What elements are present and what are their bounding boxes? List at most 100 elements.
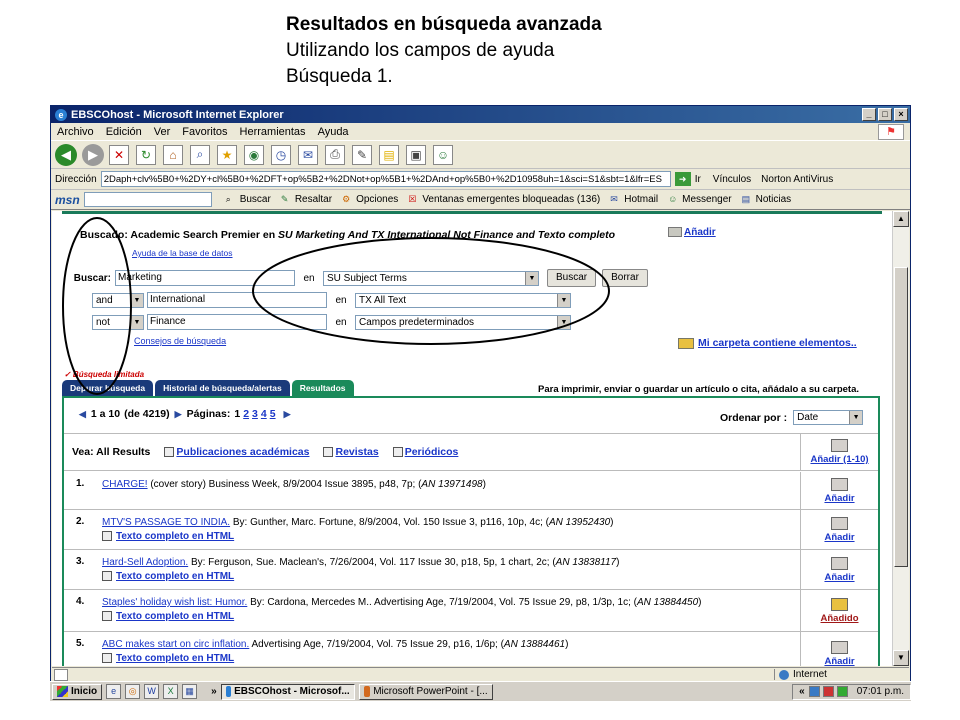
edit-icon[interactable]: ✎ <box>352 144 372 165</box>
favorites-icon[interactable]: ★ <box>217 144 237 165</box>
stop-icon[interactable]: ✕ <box>109 144 129 165</box>
menu-favoritos[interactable]: Favoritos <box>182 126 227 138</box>
media-icon[interactable]: ◉ <box>244 144 264 165</box>
norton-button[interactable]: Norton AntiVirus <box>761 174 833 185</box>
operator-select-2[interactable]: and ▼ <box>92 292 144 308</box>
scroll-thumb[interactable] <box>894 267 908 567</box>
add-to-folder-link[interactable]: Añadir <box>824 656 854 666</box>
scroll-up-icon[interactable]: ▲ <box>893 211 909 227</box>
search-icon[interactable]: ⌕ <box>190 144 210 165</box>
forward-icon[interactable]: ▶ <box>82 143 104 166</box>
search-button[interactable]: Buscar <box>547 269 597 287</box>
hotmail-button[interactable]: ✉ Hotmail <box>610 194 658 205</box>
result-title-link[interactable]: CHARGE! <box>102 479 148 490</box>
page-4-link[interactable]: 4 <box>261 408 267 420</box>
history-icon[interactable]: ◷ <box>271 144 291 165</box>
antivirus-tray-icon[interactable] <box>822 686 834 697</box>
mail-icon[interactable]: ✉ <box>298 144 318 165</box>
scroll-down-icon[interactable]: ▼ <box>893 650 909 666</box>
fulltext-html-link[interactable]: Texto completo en HTML <box>102 652 782 665</box>
back-icon[interactable]: ◀ <box>55 143 77 166</box>
field-select-2[interactable]: TX All Text ▼ <box>355 292 571 308</box>
next-arrow-icon[interactable]: ▶ <box>175 409 182 420</box>
network-tray-icon[interactable] <box>808 686 820 697</box>
address-input[interactable]: 2Daph+clv%5B0+%2DY+cl%5B0+%2DFT+op%5B2+%… <box>100 171 671 187</box>
page-5-link[interactable]: 5 <box>270 408 276 420</box>
database-help-link[interactable]: Ayuda de la base de datos <box>132 248 233 258</box>
messenger-button[interactable]: ☺ Messenger <box>668 194 731 205</box>
vertical-scrollbar[interactable]: ▲ ▼ <box>892 211 909 666</box>
result-title-link[interactable]: MTV'S PASSAGE TO INDIA. <box>102 517 230 528</box>
filter-academic-link[interactable]: Publicaciones académicas <box>164 446 309 458</box>
search-term-3[interactable]: Finance <box>147 314 327 330</box>
more-quicklaunch-icon[interactable]: » <box>211 686 217 697</box>
excel-quicklaunch-icon[interactable]: X <box>163 684 179 699</box>
start-button[interactable]: Inicio <box>52 683 103 700</box>
home-icon[interactable]: ⌂ <box>163 144 183 165</box>
task-ebscohost[interactable]: EBSCOhost - Microsof... <box>220 683 355 700</box>
filter-magazines-link[interactable]: Revistas <box>323 446 379 458</box>
add-search-link[interactable]: Añadir <box>668 227 716 238</box>
print-icon[interactable]: ⎙ <box>325 144 345 165</box>
go-arrow-icon[interactable]: ➜ <box>674 172 691 186</box>
refresh-icon[interactable]: ↻ <box>136 144 156 165</box>
research-icon[interactable]: ▣ <box>406 144 426 165</box>
ie-quicklaunch-icon[interactable]: e <box>106 684 122 699</box>
word-quicklaunch-icon[interactable]: W <box>144 684 160 699</box>
menu-archivo[interactable]: Archivo <box>57 126 94 138</box>
added-to-folder-link[interactable]: Añadido <box>821 613 859 624</box>
menu-edicion[interactable]: Edición <box>106 126 142 138</box>
clear-button[interactable]: Borrar <box>602 269 648 287</box>
search-term-2[interactable]: International <box>147 292 327 308</box>
field-select-1[interactable]: SU Subject Terms ▼ <box>323 270 539 286</box>
prev-arrow-icon[interactable]: ◀ <box>79 409 86 420</box>
my-folder-link[interactable]: Mi carpeta contiene elementos.. <box>678 337 857 349</box>
msn-search-button[interactable]: ⌕ Buscar <box>226 194 271 205</box>
desktop-quicklaunch-icon[interactable]: ▦ <box>182 684 198 699</box>
result-title-link[interactable]: ABC makes start on circ inflation. <box>102 639 249 650</box>
fulltext-html-link[interactable]: Texto completo en HTML <box>102 570 782 583</box>
msn-search-input[interactable] <box>83 192 212 207</box>
add-range-link[interactable]: Añadir (1-10) <box>810 454 868 465</box>
options-button[interactable]: ⚙ Opciones <box>342 194 398 205</box>
filter-newspapers-link[interactable]: Periódicos <box>392 446 458 458</box>
search-tips-link[interactable]: Consejos de búsqueda <box>134 336 226 346</box>
go-button[interactable]: Ir <box>695 174 701 185</box>
add-to-folder-link[interactable]: Añadir <box>824 532 854 543</box>
add-to-folder-link[interactable]: Añadir <box>824 493 854 504</box>
news-button[interactable]: ▤ Noticias <box>742 194 792 205</box>
close-button[interactable]: × <box>894 108 908 121</box>
menu-ver[interactable]: Ver <box>154 126 171 138</box>
tab-refine[interactable]: Depurar búsqueda <box>62 380 154 396</box>
page-status-icon <box>54 668 68 681</box>
result-title-link[interactable]: Staples' holiday wish list: Humor. <box>102 597 247 608</box>
task-powerpoint[interactable]: Microsoft PowerPoint - [... <box>358 683 493 700</box>
discuss-icon[interactable]: ▤ <box>379 144 399 165</box>
popup-blocker-button[interactable]: ☒ Ventanas emergentes bloqueadas (136) <box>408 194 600 205</box>
maximize-button[interactable]: □ <box>878 108 892 121</box>
menu-herramientas[interactable]: Herramientas <box>240 126 306 138</box>
fulltext-html-link[interactable]: Texto completo en HTML <box>102 530 782 543</box>
outlook-quicklaunch-icon[interactable]: ◎ <box>125 684 141 699</box>
tab-results[interactable]: Resultados <box>291 380 354 396</box>
result-title-link[interactable]: Hard-Sell Adoption. <box>102 557 188 568</box>
page-3-link[interactable]: 3 <box>252 408 258 420</box>
page-2-link[interactable]: 2 <box>243 408 249 420</box>
sort-select[interactable]: Date ▼ <box>793 410 864 425</box>
volume-tray-icon[interactable] <box>836 686 848 697</box>
add-to-folder-link[interactable]: Añadir <box>824 572 854 583</box>
fulltext-label: Texto completo en HTML <box>116 653 235 664</box>
highlight-button[interactable]: ✎ Resaltar <box>281 194 332 205</box>
field-select-3[interactable]: Campos predeterminados ▼ <box>355 314 571 330</box>
tray-expand-icon[interactable]: « <box>799 686 805 697</box>
fulltext-html-link[interactable]: Texto completo en HTML <box>102 610 782 623</box>
search-term-1[interactable]: Marketing <box>115 270 295 286</box>
messenger-icon[interactable]: ☺ <box>433 144 453 165</box>
menu-ayuda[interactable]: Ayuda <box>318 126 349 138</box>
operator-select-3[interactable]: not ▼ <box>92 314 144 330</box>
minimize-button[interactable]: _ <box>862 108 876 121</box>
tab-history[interactable]: Historial de búsqueda/alertas <box>155 380 290 396</box>
next-page-icon[interactable]: ▶ <box>284 409 291 420</box>
highlight-label: Resaltar <box>294 194 333 205</box>
links-button[interactable]: Vínculos <box>713 174 751 185</box>
